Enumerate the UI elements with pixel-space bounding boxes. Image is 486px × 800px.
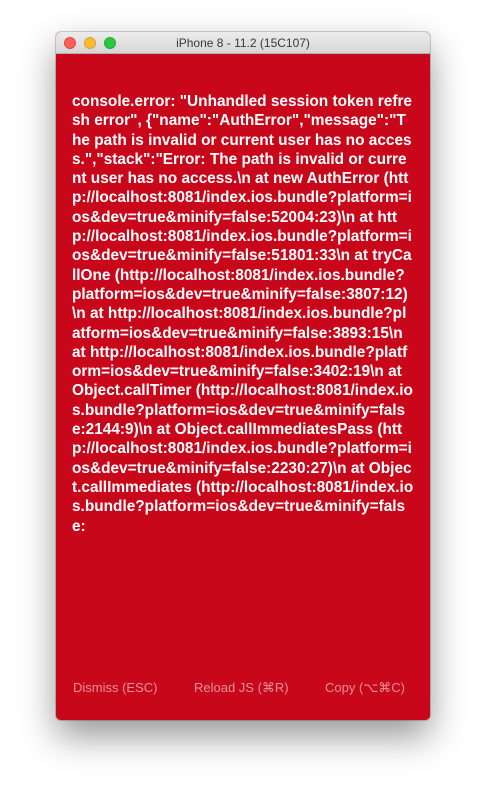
- copy-button[interactable]: Copy (⌥⌘C): [325, 680, 405, 696]
- error-message-text: console.error: "Unhandled session token …: [72, 93, 414, 535]
- window-title: iPhone 8 - 11.2 (15C107): [176, 36, 310, 50]
- window-titlebar[interactable]: iPhone 8 - 11.2 (15C107): [56, 32, 430, 54]
- dismiss-button[interactable]: Dismiss (ESC): [73, 680, 158, 696]
- simulator-window: iPhone 8 - 11.2 (15C107) console.error: …: [56, 32, 430, 720]
- error-message-scroll-area[interactable]: console.error: "Unhandled session token …: [72, 92, 414, 660]
- redbox-error-screen: console.error: "Unhandled session token …: [56, 54, 430, 720]
- reload-js-button[interactable]: Reload JS (⌘R): [194, 680, 289, 696]
- redbox-button-bar: Dismiss (ESC) Reload JS (⌘R) Copy (⌥⌘C): [56, 674, 430, 702]
